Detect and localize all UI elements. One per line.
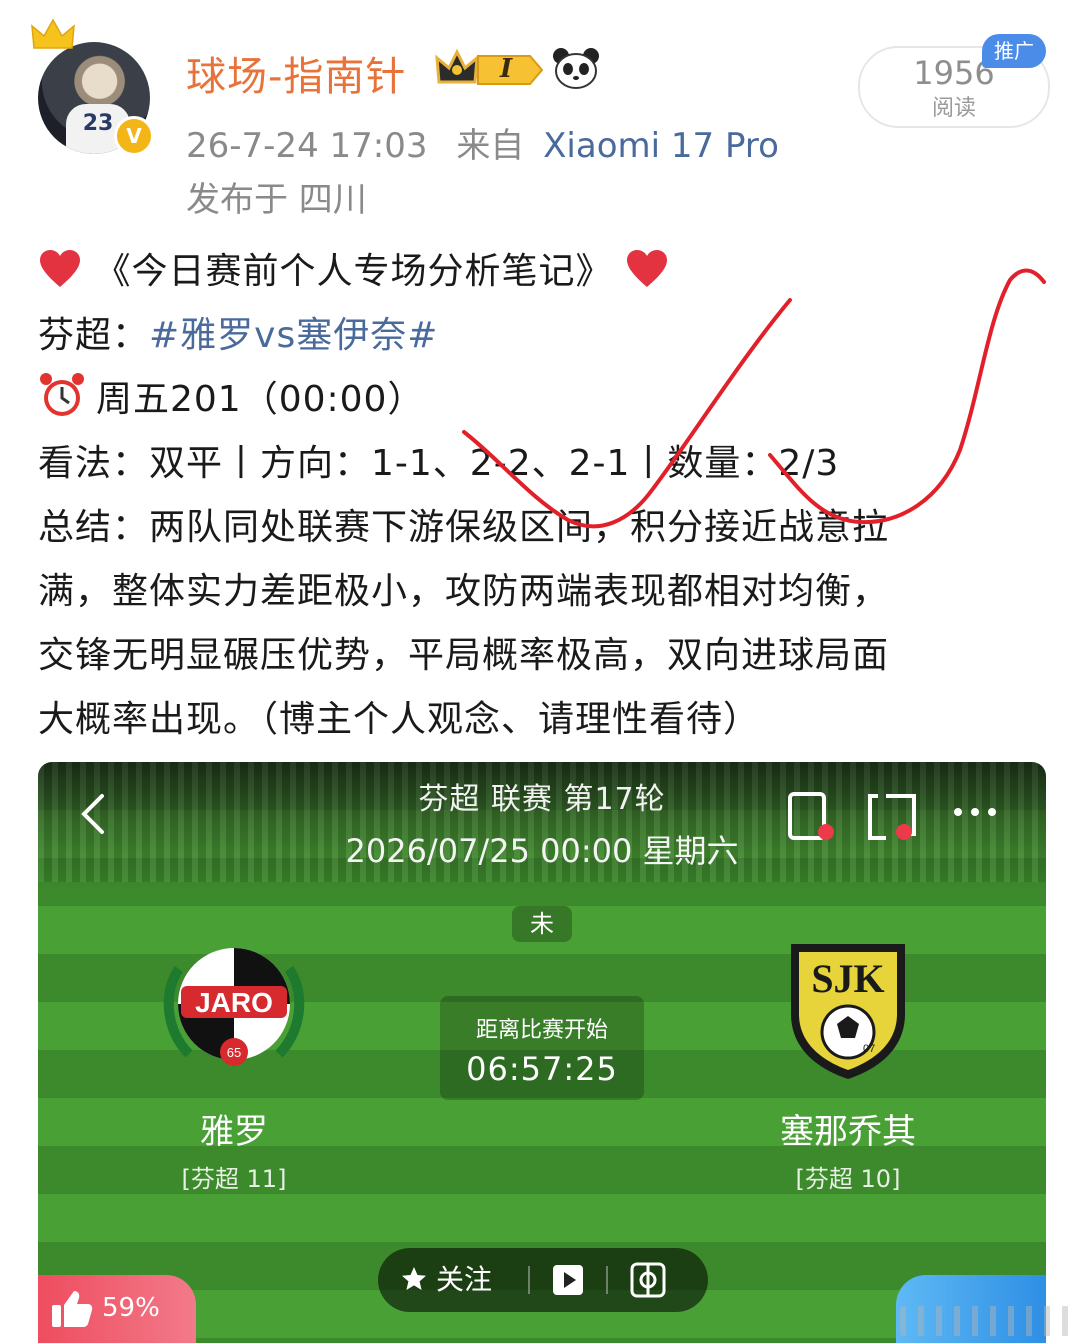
match-status: 未 bbox=[512, 906, 572, 942]
home-team-logo: JARO 65 bbox=[163, 948, 305, 1066]
post-title-line: 《今日赛前个人专场分析笔记》 bbox=[38, 240, 1048, 304]
play-icon[interactable] bbox=[552, 1264, 584, 1296]
match-card[interactable]: 芬超 联赛 第17轮 2026/07/25 00:00 星期六 未 JARO 6… bbox=[38, 762, 1046, 1343]
home-team-rank: [芬超 11] bbox=[181, 1165, 287, 1193]
pitch-icon[interactable] bbox=[630, 1262, 666, 1298]
action-bar: 关注 bbox=[378, 1248, 708, 1312]
home-logo-text: JARO bbox=[195, 987, 273, 1018]
vip-level-badge: I bbox=[476, 52, 544, 88]
summary-line: 满，整体实力差距极小，攻防两端表现都相对均衡， bbox=[38, 571, 890, 612]
away-logo-sub: 07 bbox=[863, 1043, 875, 1055]
home-team-name: 雅罗 bbox=[200, 1112, 268, 1152]
follow-button[interactable]: 关注 bbox=[400, 1248, 492, 1312]
heart-icon bbox=[40, 250, 80, 287]
schedule: 周五201（00:00） bbox=[96, 379, 425, 420]
countdown-value: 06:57:25 bbox=[466, 1050, 618, 1088]
crown-icon bbox=[31, 18, 75, 49]
watermark bbox=[900, 1306, 1070, 1336]
divider bbox=[528, 1266, 530, 1294]
promo-badge: 推广 bbox=[982, 34, 1046, 68]
timestamp: 26-7-24 17:03 bbox=[186, 126, 428, 166]
view-line: 看法：双平丨方向：1-1、2-2、2-1丨数量：2/3 bbox=[38, 443, 840, 484]
countdown-label: 距离比赛开始 bbox=[475, 1018, 608, 1043]
hashtag-link[interactable]: #雅罗vs塞伊奈# bbox=[149, 315, 438, 356]
more-icon[interactable] bbox=[950, 802, 1000, 822]
phone-icon[interactable] bbox=[786, 790, 838, 844]
username[interactable]: 球场-指南针 bbox=[186, 44, 406, 102]
source-prefix: 来自 bbox=[456, 126, 525, 166]
read-label: 阅读 bbox=[931, 96, 976, 121]
summary-line: 大概率出现。（博主个人观念、请理性看待） bbox=[38, 699, 761, 740]
verified-badge: V bbox=[114, 116, 154, 156]
countdown-box: 距离比赛开始 06:57:25 bbox=[440, 996, 644, 1100]
away-team-logo: SJK 07 bbox=[791, 944, 905, 1079]
away-team-name: 塞那乔其 bbox=[780, 1112, 916, 1152]
star-icon bbox=[402, 1267, 426, 1290]
league-label: 芬超： bbox=[38, 315, 150, 356]
vip-level-text: I bbox=[500, 54, 513, 84]
home-team[interactable]: JARO 65 雅罗 [芬超 11] bbox=[124, 934, 344, 1194]
home-logo-sub: 65 bbox=[227, 1045, 241, 1060]
away-team-rank: [芬超 10] bbox=[795, 1165, 901, 1193]
away-logo-text: SJK bbox=[811, 956, 884, 1001]
device-link[interactable]: Xiaomi 17 Pro bbox=[543, 126, 779, 166]
post-title: 《今日赛前个人专场分析笔记》 bbox=[94, 251, 613, 292]
post-body: 《今日赛前个人专场分析笔记》 芬超：#雅罗vs塞伊奈# 周五201（00:00）… bbox=[38, 240, 1048, 752]
location: 发布于 四川 bbox=[186, 180, 367, 220]
heart-icon bbox=[626, 250, 667, 287]
screen-cast-icon[interactable] bbox=[864, 790, 922, 844]
follow-label: 关注 bbox=[436, 1263, 493, 1296]
away-team[interactable]: SJK 07 塞那乔其 [芬超 10] bbox=[738, 934, 958, 1194]
vip-crown-icon bbox=[435, 48, 479, 84]
league-line: 芬超：#雅罗vs塞伊奈# bbox=[38, 304, 1048, 368]
like-percent: 59% bbox=[102, 1293, 160, 1323]
alarm-clock-icon bbox=[40, 373, 84, 416]
divider bbox=[606, 1266, 608, 1294]
thumbs-up-icon bbox=[52, 1291, 93, 1327]
panda-icon bbox=[553, 48, 599, 89]
schedule-line: 周五201（00:00） bbox=[38, 368, 1048, 432]
like-chip[interactable]: 59% bbox=[38, 1275, 196, 1343]
summary-line: 总结：两队同处联赛下游保级区间，积分接近战意拉 bbox=[38, 507, 890, 548]
post-meta: 26-7-24 17:03 来自 Xiaomi 17 Pro bbox=[186, 118, 779, 167]
summary-line: 交锋无明显碾压优势，平局概率极高，双向进球局面 bbox=[38, 635, 890, 676]
